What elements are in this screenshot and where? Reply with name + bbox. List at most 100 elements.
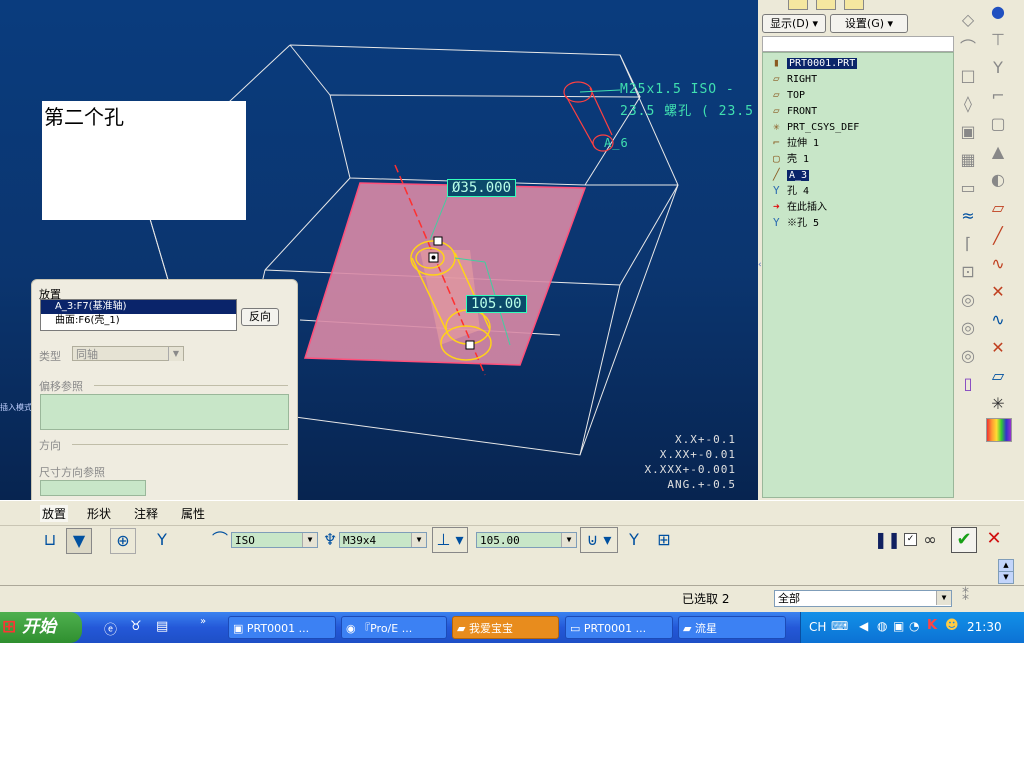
placement-references-list[interactable]: A_3:F7(基准轴) 曲面:F6(壳_1): [40, 299, 237, 331]
thread-annotation-line2[interactable]: 23.5 螺孔 ( 23.5: [620, 100, 754, 119]
pattern-icon[interactable]: ▣: [956, 120, 980, 144]
filter-select[interactable]: 全部 ▼: [774, 590, 952, 607]
tab-properties[interactable]: 属性: [181, 505, 205, 522]
start-button[interactable]: ⊞ 开始: [0, 612, 82, 643]
appearance-icon[interactable]: [986, 418, 1012, 442]
task-proe[interactable]: ◉ 『Pro/E ...: [341, 616, 447, 639]
tab-shape[interactable]: 形状: [87, 505, 111, 522]
tree-item[interactable]: ╱ A_3: [773, 167, 810, 183]
tree-item[interactable]: ▮ PRT0001.PRT: [773, 55, 858, 71]
glasses-icon[interactable]: ∞: [918, 528, 942, 552]
task-prt0001-b[interactable]: ▭ PRT0001 ...: [565, 616, 673, 639]
tray-network-icon[interactable]: ◍: [877, 619, 887, 633]
tree-item[interactable]: Y ※孔 5: [773, 215, 819, 231]
save-icon[interactable]: [844, 0, 864, 10]
tree-item[interactable]: ▱ TOP: [773, 87, 805, 103]
tray-sound-icon[interactable]: ◔: [909, 619, 919, 633]
axis-tool-icon[interactable]: ╱: [986, 224, 1010, 248]
keyboard-icon[interactable]: ⌨: [831, 619, 848, 633]
thicken-icon[interactable]: ⌈: [956, 232, 980, 256]
apply-check-icon[interactable]: ✔: [951, 527, 977, 553]
round-icon[interactable]: ⌒: [956, 36, 980, 60]
tree-item[interactable]: ▢ 壳 1: [773, 151, 809, 167]
merge-icon[interactable]: ▦: [956, 148, 980, 172]
tree-item[interactable]: ➜ 在此插入: [773, 199, 827, 215]
depth-dimension[interactable]: 105.00: [466, 295, 527, 313]
quicklaunch-tool-icon[interactable]: ♉: [130, 619, 142, 634]
folder-icon[interactable]: [788, 0, 808, 10]
standard-hole-icon[interactable]: ▼: [66, 528, 92, 554]
datum-plane-icon[interactable]: ◇: [956, 8, 980, 32]
tree-item[interactable]: ✳ PRT_CSYS_DEF: [773, 119, 859, 135]
tray-k-icon[interactable]: K: [927, 618, 937, 633]
depth-select[interactable]: 105.00 ▼: [476, 532, 577, 548]
tab-placement[interactable]: 放置: [40, 505, 69, 522]
quicklaunch-more-icon[interactable]: »: [200, 616, 206, 627]
help-icon[interactable]: ●: [986, 0, 1010, 24]
copy-icon[interactable]: ◎: [956, 316, 980, 340]
offset-icon[interactable]: ≈: [956, 204, 980, 228]
csys-tool-icon[interactable]: ✳: [986, 392, 1010, 416]
feature-op-icon[interactable]: ◎: [956, 288, 980, 312]
tab-note[interactable]: 注释: [134, 505, 158, 522]
tree-item[interactable]: ▱ FRONT: [773, 103, 817, 119]
revolve-icon[interactable]: ◐: [986, 168, 1010, 192]
quicklaunch-ie-icon[interactable]: ⓔ: [104, 619, 117, 638]
rib-icon[interactable]: Y: [986, 56, 1010, 80]
preview-checkbox[interactable]: ✓: [904, 533, 917, 546]
tray-app-icon[interactable]: ▣: [893, 619, 904, 633]
point-tool-icon[interactable]: ✕: [986, 280, 1010, 304]
status-handle-icon[interactable]: ⁑: [962, 588, 969, 604]
reference-item-surface[interactable]: 曲面:F6(壳_1): [41, 314, 236, 328]
hole-tool-icon[interactable]: ⊤: [986, 28, 1010, 52]
diameter-dimension[interactable]: Ø35.000: [447, 179, 517, 197]
language-indicator[interactable]: CH: [809, 620, 826, 634]
simple-hole-icon[interactable]: ⊔: [38, 528, 62, 552]
curve-tool-icon[interactable]: ∿: [986, 252, 1010, 276]
sketch-hole-icon[interactable]: ⊕: [110, 528, 136, 554]
offset-references-box[interactable]: [40, 394, 289, 430]
sketch-curve-icon[interactable]: ∿: [986, 308, 1010, 332]
dim-direction-box[interactable]: [40, 480, 146, 496]
tree-item[interactable]: ⌐ 拉伸 1: [773, 135, 819, 151]
depth-option-icon[interactable]: ⊥ ▾: [432, 527, 468, 553]
task-liuxing[interactable]: ▰ 流星: [678, 616, 786, 639]
new-icon[interactable]: [816, 0, 836, 10]
reference-item-axis[interactable]: A_3:F7(基准轴): [41, 300, 236, 314]
pause-icon[interactable]: ❚❚: [874, 528, 901, 552]
trim-icon[interactable]: ▭: [956, 176, 980, 200]
collapse-handle[interactable]: ‹: [758, 260, 762, 274]
tree-item[interactable]: ▱ RIGHT: [773, 71, 817, 87]
shell-tool-icon[interactable]: □: [956, 64, 980, 88]
task-prt0001-a[interactable]: ▣ PRT0001 ...: [228, 616, 336, 639]
draft-icon[interactable]: ◊: [956, 92, 980, 116]
tree-filter-input[interactable]: [762, 36, 954, 52]
settings-menu[interactable]: 设置(G) ▾: [830, 14, 908, 33]
type-select[interactable]: 同轴 ▼: [72, 346, 184, 361]
tapered-hole-icon[interactable]: Y: [150, 528, 174, 552]
plane-tool-icon[interactable]: ▱: [986, 196, 1010, 220]
cylinder-icon[interactable]: ▯: [956, 372, 980, 396]
counterbore-icon[interactable]: Y: [622, 528, 646, 552]
mirror-icon[interactable]: ▢: [986, 112, 1010, 136]
axis-label[interactable]: A_6: [604, 136, 629, 150]
model-tree[interactable]: ▮ PRT0001.PRT ▱ RIGHT ▱ TOP ▱ FRONT ✳ PRT_CSYS_DE…: [762, 52, 954, 498]
flip-button[interactable]: 反向: [241, 308, 279, 326]
tray-face-icon[interactable]: ☻: [945, 618, 959, 633]
thread-surface-icon[interactable]: ⊞: [652, 528, 676, 552]
tray-back-icon[interactable]: ◀: [859, 619, 868, 633]
paste-icon[interactable]: ◎: [956, 344, 980, 368]
extrude-tool-icon[interactable]: ▲: [986, 140, 1010, 164]
solidify-icon[interactable]: ⊡: [956, 260, 980, 284]
cancel-x-icon[interactable]: ✕: [982, 527, 1006, 551]
task-woaibaobao[interactable]: ▰ 我爱宝宝: [452, 616, 559, 639]
thread-annotation-line1[interactable]: M25x1.5 ISO -: [620, 82, 735, 97]
chamfer-icon[interactable]: ⌐: [986, 84, 1010, 108]
datum-point-icon[interactable]: ✕: [986, 336, 1010, 360]
thread-size-select[interactable]: M39x4 ▼: [339, 532, 427, 548]
scroll-down-icon[interactable]: ▼: [998, 571, 1014, 584]
standard-select[interactable]: ISO ▼: [231, 532, 318, 548]
display-menu[interactable]: 显示(D) ▾: [762, 14, 826, 33]
countersink-option-icon[interactable]: ⊍ ▾: [580, 527, 618, 553]
tree-item[interactable]: Y 孔 4: [773, 183, 809, 199]
